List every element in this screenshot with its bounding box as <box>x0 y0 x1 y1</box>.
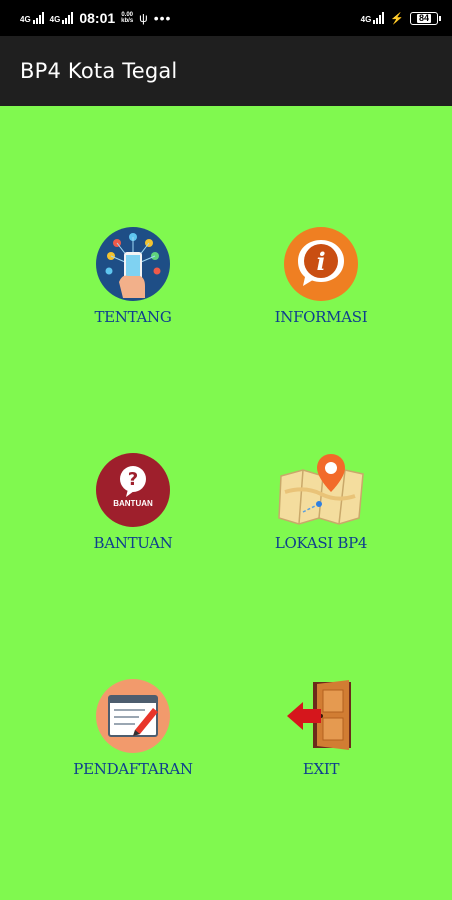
status-time: 08:01 <box>79 10 116 26</box>
more-notifications-icon: ••• <box>153 10 172 26</box>
menu-bantuan-button[interactable]: ? BANTUAN BANTUAN <box>48 452 218 552</box>
net-speed-unit: kb/s <box>121 18 134 24</box>
charging-icon: ⚡ <box>390 12 404 25</box>
registration-form-icon <box>95 678 171 754</box>
phone-apps-icon <box>95 226 171 302</box>
app-bar: BP4 Kota Tegal <box>0 36 452 106</box>
menu-tentang-button[interactable]: TENTANG <box>48 226 218 326</box>
exit-door-icon <box>283 678 359 754</box>
menu-pendaftaran-label: PENDAFTARAN <box>73 760 193 778</box>
help-icon-text: BANTUAN <box>113 499 153 508</box>
status-right: 4G ⚡ 84 <box>361 11 441 25</box>
signal-1-label: 4G <box>20 15 31 24</box>
map-location-icon <box>275 452 367 528</box>
signal-icon-1: 4G <box>20 12 44 24</box>
usb-icon: ψ <box>139 11 148 25</box>
svg-text:?: ? <box>128 469 138 490</box>
status-bar: 4G 4G 08:01 0.00 kb/s ψ ••• 4G ⚡ 84 <box>0 0 452 36</box>
menu-exit-label: EXIT <box>302 760 340 778</box>
menu-informasi-label: INFORMASI <box>274 308 368 326</box>
svg-text:i: i <box>316 247 325 276</box>
app-title: BP4 Kota Tegal <box>20 59 178 83</box>
menu-exit-button[interactable]: EXIT <box>236 678 406 778</box>
signal-icon-3: 4G <box>361 12 385 24</box>
signal-3-label: 4G <box>360 15 372 24</box>
info-icon: i <box>283 226 359 302</box>
menu-tentang-label: TENTANG <box>94 308 172 326</box>
menu-informasi-button[interactable]: i INFORMASI <box>236 226 406 326</box>
status-left: 4G 4G 08:01 0.00 kb/s ψ ••• <box>20 10 171 26</box>
menu-pendaftaran-button[interactable]: PENDAFTARAN <box>48 678 218 778</box>
signal-icon-2: 4G <box>50 12 74 24</box>
battery-icon: 84 <box>410 11 441 25</box>
signal-2-label: 4G <box>49 15 61 24</box>
menu-lokasi-button[interactable]: LOKASI BP4 <box>236 452 406 552</box>
battery-level: 84 <box>416 12 431 23</box>
menu-bantuan-label: BANTUAN <box>93 534 173 552</box>
menu-lokasi-label: LOKASI BP4 <box>274 534 368 552</box>
net-speed: 0.00 kb/s <box>121 12 133 24</box>
help-icon: ? BANTUAN <box>95 452 171 528</box>
